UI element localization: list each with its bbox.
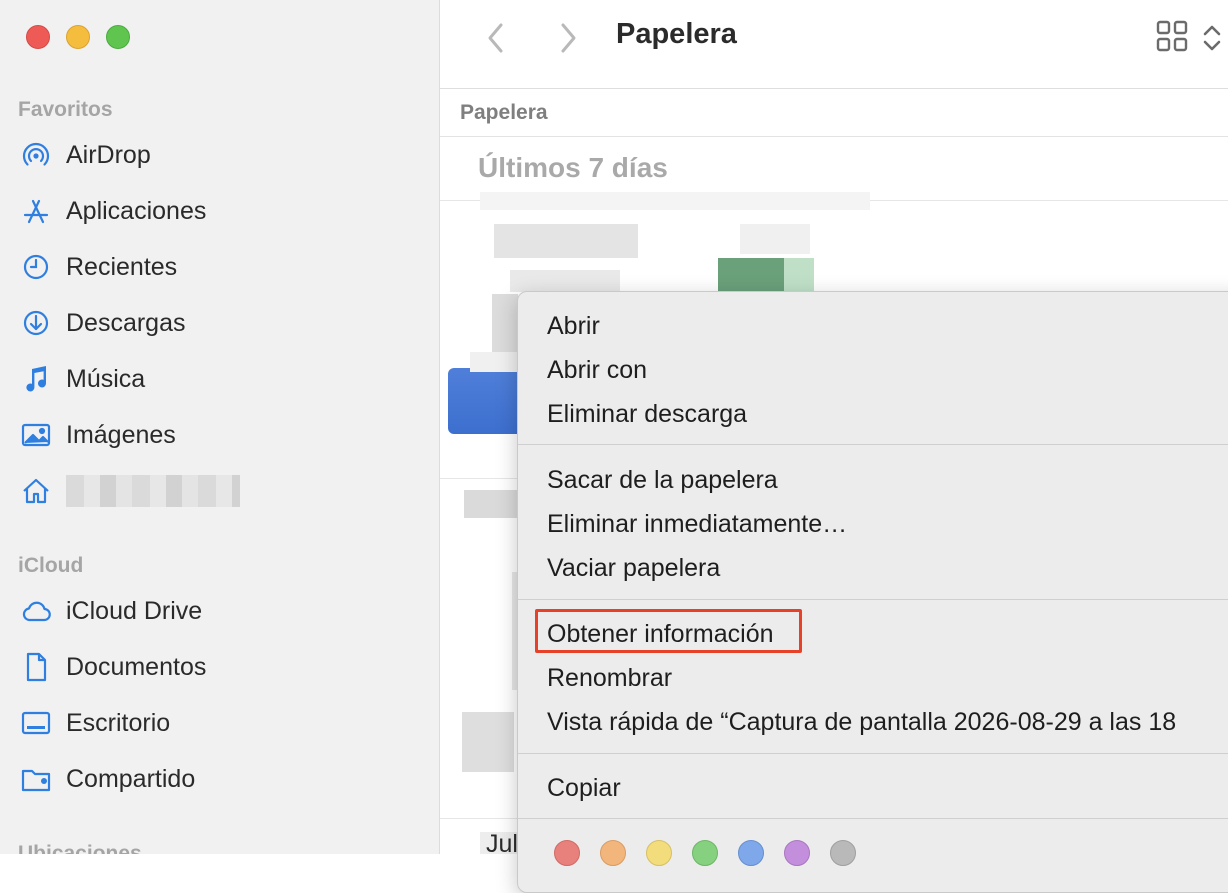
menu-item-copy[interactable]: Copiar: [547, 774, 621, 803]
photo-icon: [18, 417, 54, 453]
sidebar-item-label: iCloud Drive: [66, 596, 203, 625]
music-note-icon: [18, 361, 54, 397]
home-folder-name-redacted: [66, 475, 240, 507]
clock-icon: [18, 249, 54, 285]
icon-view-grid-icon[interactable]: [1154, 18, 1190, 54]
cloud-icon: [18, 593, 54, 629]
blurred-thumbnail: [784, 258, 814, 292]
zoom-button[interactable]: [106, 25, 130, 49]
menu-item-open-with[interactable]: Abrir con: [547, 356, 647, 385]
menu-separator: [518, 818, 1228, 819]
tag-orange[interactable]: [600, 840, 626, 866]
path-bar: Papelera: [440, 89, 1228, 137]
window-controls: [26, 25, 130, 49]
tag-green[interactable]: [692, 840, 718, 866]
divider: [440, 818, 518, 819]
sidebar-item-label: Música: [66, 364, 146, 393]
sidebar-item-label: AirDrop: [66, 140, 151, 169]
menu-item-quick-look[interactable]: Vista rápida de “Captura de pantalla 202…: [547, 708, 1176, 737]
sidebar-item-applications[interactable]: Aplicaciones: [18, 191, 206, 231]
group-header: Últimos 7 días: [478, 152, 668, 183]
minimize-button[interactable]: [66, 25, 90, 49]
menu-item-open[interactable]: Abrir: [547, 312, 600, 341]
tag-gray[interactable]: [830, 840, 856, 866]
airdrop-icon: [18, 137, 54, 173]
toolbar: Papelera: [440, 0, 1228, 89]
applications-icon: [18, 193, 54, 229]
menu-separator: [518, 753, 1228, 754]
section-favorites-title: Favoritos: [18, 98, 113, 121]
tag-color-row: [554, 840, 856, 866]
partial-date-label: Jul: [486, 830, 518, 858]
section-locations-title: Ubicaciones: [18, 842, 142, 854]
sidebar-item-documents[interactable]: Documentos: [18, 647, 206, 687]
sidebar: Favoritos AirDrop Aplicaciones Recientes: [0, 0, 440, 854]
blurred-thumbnail: [464, 490, 520, 518]
menu-item-delete-immediately[interactable]: Eliminar inmediatamente…: [547, 510, 847, 539]
sidebar-item-label: Descargas: [66, 308, 186, 337]
tag-yellow[interactable]: [646, 840, 672, 866]
sidebar-item-music[interactable]: Música: [18, 359, 145, 399]
path-label: Papelera: [460, 101, 548, 124]
blurred-thumbnail: [462, 712, 514, 772]
window-title: Papelera: [616, 18, 737, 50]
chevron-up-down-icon[interactable]: [1200, 20, 1224, 56]
tag-purple[interactable]: [784, 840, 810, 866]
home-icon: [18, 473, 54, 509]
blurred-thumbnail: [494, 224, 638, 258]
blurred-thumbnail: [718, 258, 784, 292]
sidebar-item-icloud-drive[interactable]: iCloud Drive: [18, 591, 202, 631]
sidebar-item-label: Documentos: [66, 652, 207, 681]
forward-button[interactable]: [548, 18, 588, 58]
menu-separator: [518, 599, 1228, 600]
sidebar-item-label: Compartido: [66, 764, 196, 793]
desktop-icon: [18, 705, 54, 741]
chevron-right-icon: [561, 23, 576, 53]
sidebar-item-recents[interactable]: Recientes: [18, 247, 177, 287]
sidebar-item-label: Aplicaciones: [66, 196, 207, 225]
section-icloud-title: iCloud: [18, 554, 84, 577]
blurred-thumbnail: [510, 270, 620, 292]
sidebar-item-shared[interactable]: Compartido: [18, 759, 195, 799]
sidebar-item-images[interactable]: Imágenes: [18, 415, 176, 455]
sidebar-item-home[interactable]: [18, 471, 240, 511]
blurred-thumbnail: [480, 192, 870, 210]
sidebar-item-desktop[interactable]: Escritorio: [18, 703, 170, 743]
blurred-thumbnail: [492, 294, 518, 354]
blurred-thumbnail: [470, 352, 520, 372]
download-icon: [18, 305, 54, 341]
sidebar-item-downloads[interactable]: Descargas: [18, 303, 186, 343]
highlight-annotation-box: [535, 609, 802, 653]
context-menu: Abrir Abrir con Eliminar descarga Sacar …: [517, 291, 1228, 893]
blurred-thumbnail: [740, 224, 810, 254]
sidebar-item-label: Escritorio: [66, 708, 171, 737]
chevron-left-icon: [488, 23, 503, 53]
sidebar-item-label: Recientes: [66, 252, 178, 281]
divider: [440, 478, 520, 479]
back-button[interactable]: [476, 18, 516, 58]
menu-item-delete-download[interactable]: Eliminar descarga: [547, 400, 747, 429]
menu-item-rename[interactable]: Renombrar: [547, 664, 672, 693]
tag-red[interactable]: [554, 840, 580, 866]
menu-item-put-back[interactable]: Sacar de la papelera: [547, 466, 778, 495]
menu-item-empty-trash[interactable]: Vaciar papelera: [547, 554, 720, 583]
sidebar-item-label: Imágenes: [66, 420, 176, 449]
document-icon: [18, 649, 54, 685]
close-button[interactable]: [26, 25, 50, 49]
shared-folder-icon: [18, 761, 54, 797]
tag-blue[interactable]: [738, 840, 764, 866]
menu-separator: [518, 444, 1228, 445]
sidebar-item-airdrop[interactable]: AirDrop: [18, 135, 151, 175]
